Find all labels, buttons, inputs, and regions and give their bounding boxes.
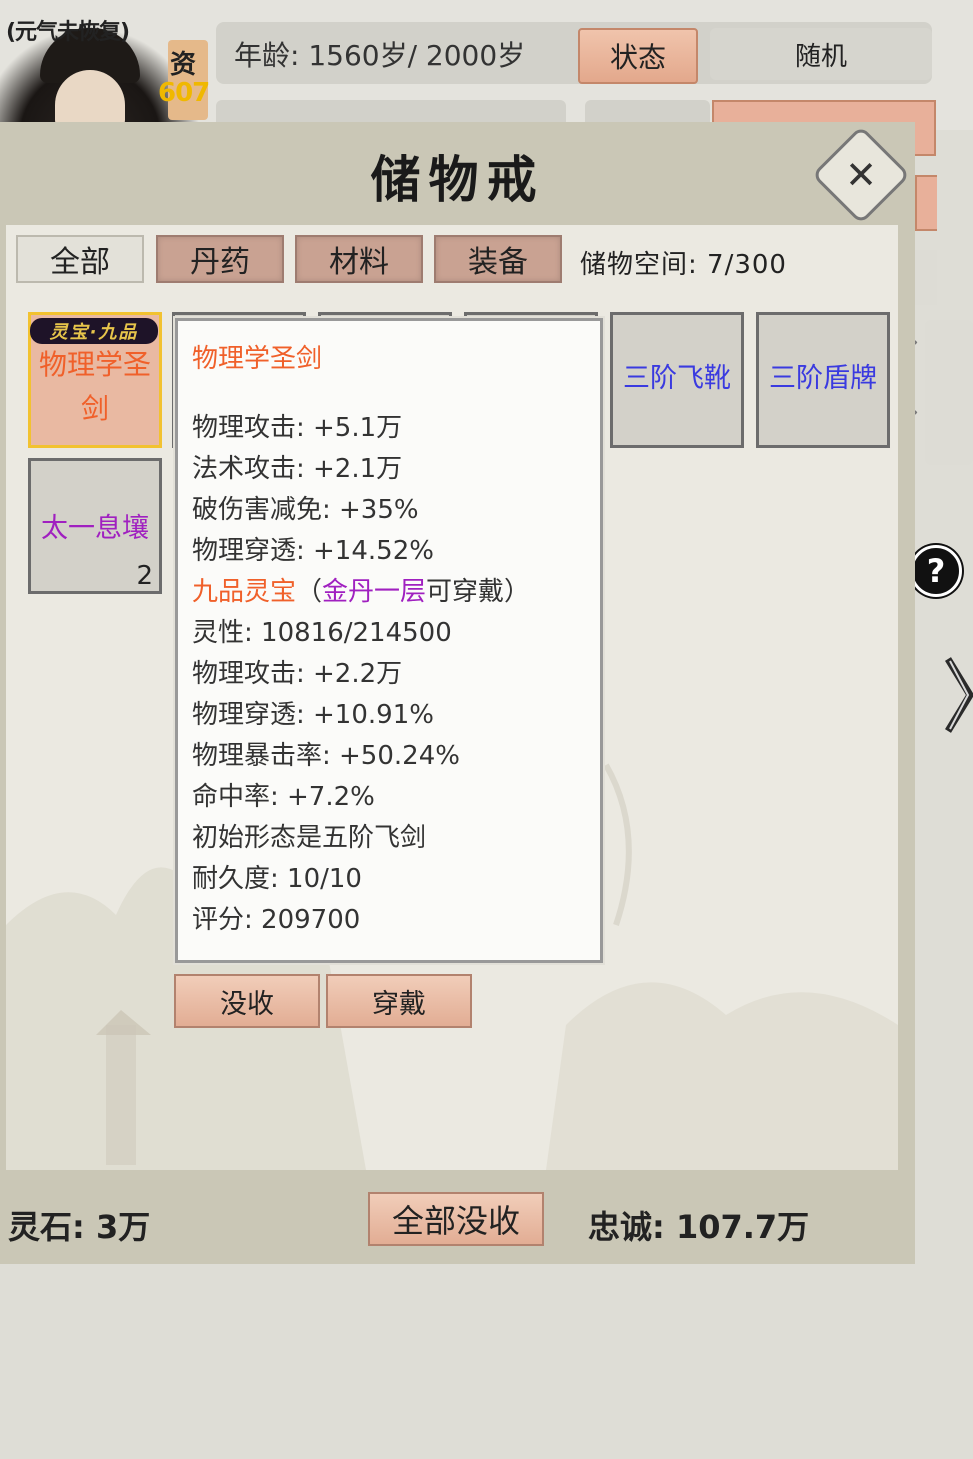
aptitude-value: 607 (158, 78, 210, 108)
tooltip-detail: 评分: 209700 (192, 905, 361, 935)
grade-name: 九品灵宝 (192, 577, 297, 607)
item-name: 三阶飞靴 (623, 363, 731, 394)
tooltip-detail: 灵性: 10816/214500 (192, 618, 452, 648)
dialog-title: 储物戒 (370, 150, 545, 209)
aptitude-label: 资 (170, 50, 197, 80)
tooltip-detail: 物理攻击: +2.2万 (192, 659, 403, 689)
tooltip-detail: 物理穿透: +10.91% (192, 700, 434, 730)
age-text: 年龄: 1560岁/ 2000岁 (234, 39, 526, 72)
random-button[interactable]: 随机 (710, 28, 932, 80)
confiscate-all-button[interactable]: 全部没收 (368, 1192, 544, 1246)
equip-button[interactable]: 穿戴 (326, 974, 472, 1028)
tooltip-detail: 物理暴击率: +50.24% (192, 741, 460, 771)
quality-tag: 灵宝·九品 (30, 318, 158, 344)
background-panel (915, 250, 937, 305)
spirit-stones: 灵石: 3万 (8, 1208, 151, 1246)
tab-pills[interactable]: 丹药 (156, 235, 284, 283)
item-slot-soil[interactable]: 太一息壤 2 (28, 458, 162, 594)
tooltip-stat: 法术攻击: +2.1万 (192, 454, 403, 484)
item-tooltip: 物理学圣剑 物理攻击: +5.1万 法术攻击: +2.1万 破伤害减免: +35… (175, 318, 603, 963)
tab-equipment[interactable]: 装备 (434, 235, 562, 283)
status-tip: (元气未恢复) (6, 20, 130, 45)
grade-realm: 金丹一层 (322, 577, 427, 607)
next-arrow-icon[interactable] (940, 655, 973, 735)
tooltip-stat: 物理攻击: +5.1万 (192, 413, 403, 443)
tooltip-detail: 命中率: +7.2% (192, 782, 375, 812)
tooltip-detail: 初始形态是五阶飞剑 (192, 823, 427, 853)
item-name: 三阶盾牌 (769, 363, 877, 394)
status-button[interactable]: 状态 (578, 28, 698, 84)
confiscate-button[interactable]: 没收 (174, 974, 320, 1028)
item-name: 物理学圣剑 (38, 348, 151, 425)
item-count: 2 (136, 561, 153, 591)
tooltip-grade: 九品灵宝（金丹一层可穿戴） (192, 571, 530, 608)
tab-materials[interactable]: 材料 (295, 235, 423, 283)
tab-all[interactable]: 全部 (16, 235, 144, 283)
help-icon[interactable]: ? (910, 545, 962, 597)
background-list (925, 320, 973, 465)
close-icon[interactable]: ✕ (826, 140, 896, 210)
grade-wearable: 可穿戴） (426, 577, 531, 607)
storage-capacity: 储物空间: 7/300 (580, 250, 787, 280)
tooltip-stat: 破伤害减免: +35% (192, 495, 419, 525)
item-slot-boots[interactable]: 三阶飞靴 (610, 312, 744, 448)
grade-bracket: （ (296, 577, 323, 607)
background-button-2[interactable] (915, 175, 937, 231)
tooltip-detail: 耐久度: 10/10 (192, 864, 362, 894)
loyalty: 忠诚: 107.7万 (588, 1208, 810, 1246)
tooltip-stat: 物理穿透: +14.52% (192, 536, 434, 566)
tooltip-title: 物理学圣剑 (192, 344, 323, 374)
item-slot-shield[interactable]: 三阶盾牌 (756, 312, 890, 448)
item-name: 太一息壤 (41, 513, 149, 544)
